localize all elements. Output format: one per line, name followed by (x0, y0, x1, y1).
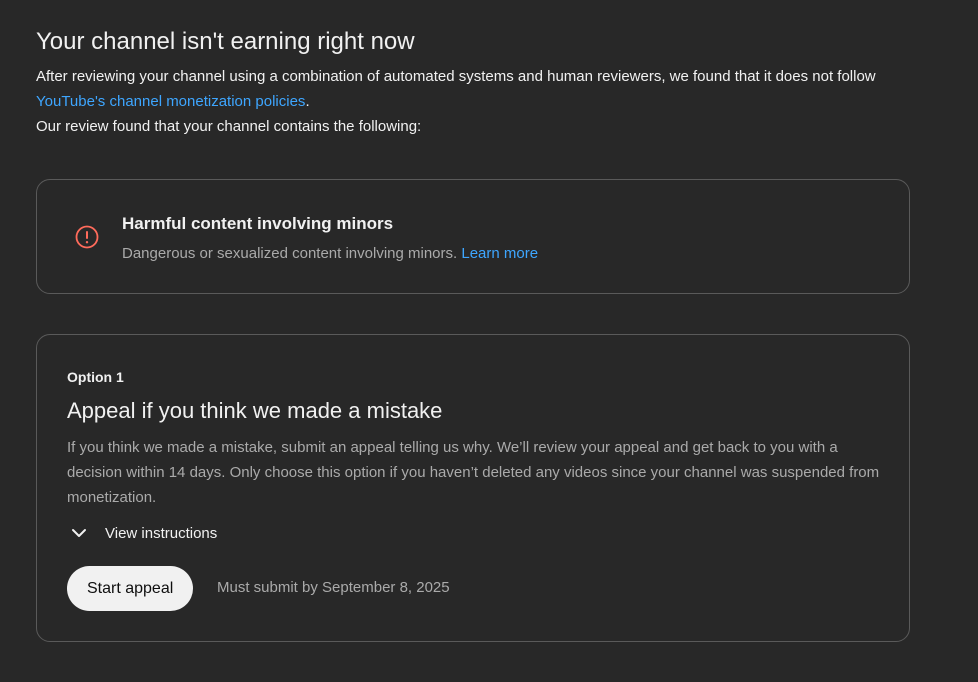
view-instructions-label: View instructions (105, 524, 218, 542)
view-instructions-toggle[interactable]: View instructions (67, 521, 217, 545)
monetization-policies-link[interactable]: YouTube's channel monetization policies (36, 93, 305, 110)
violation-card: Harmful content involving minors Dangero… (36, 179, 910, 294)
intro-text: After reviewing your channel using a com… (36, 64, 926, 139)
start-appeal-button[interactable]: Start appeal (67, 566, 194, 611)
page-title: Your channel isn't earning right now (36, 28, 415, 55)
intro-text-part1: After reviewing your channel using a com… (36, 68, 876, 85)
intro-text-part2: . (305, 93, 310, 110)
chevron-down-icon (72, 529, 86, 537)
monetization-status-page: Your channel isn't earning right now Aft… (0, 0, 978, 682)
appeal-deadline: Must submit by September 8, 2025 (217, 579, 450, 596)
violation-title: Harmful content involving minors (122, 214, 394, 233)
option-label: Option 1 (67, 369, 124, 385)
appeal-option-card: Option 1 Appeal if you think we made a m… (36, 334, 910, 642)
learn-more-link[interactable]: Learn more (461, 245, 538, 262)
option-title: Appeal if you think we made a mistake (67, 398, 443, 423)
review-found-text: Our review found that your channel conta… (36, 118, 422, 135)
option-description: If you think we made a mistake, submit a… (67, 439, 880, 506)
violation-description-text: Dangerous or sexualized content involvin… (122, 245, 458, 262)
error-circle-icon (75, 225, 99, 249)
violation-description: Dangerous or sexualized content involvin… (122, 245, 538, 262)
